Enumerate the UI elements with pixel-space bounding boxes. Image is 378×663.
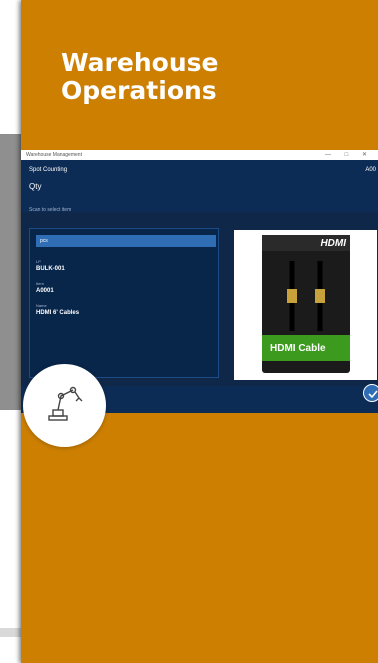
robot-badge: [23, 364, 106, 447]
confirm-button: [363, 384, 378, 402]
warehouse-operations-card[interactable]: Warehouse Operations Warehouse Managemen…: [21, 0, 378, 663]
header-right-label: A00: [365, 167, 376, 173]
package-product-name: HDMI Cable: [270, 343, 326, 354]
background-strip: [0, 134, 22, 410]
window-controls: — □ ✕: [325, 152, 373, 158]
screenshot-header: Spot Counting A00 Qty Scan to select ite…: [21, 160, 378, 213]
field-title: Qty: [29, 182, 42, 191]
robot-arm-icon: [48, 386, 83, 421]
product-image: HDMI HDMI Cable: [234, 230, 377, 380]
field-value-name: HDMI 6' Cables: [36, 310, 80, 316]
field-label-lp: LP: [36, 259, 41, 264]
item-details-panel: pcs LP BULK-001 Item A0001 Name HDMI 6' …: [29, 228, 219, 378]
field-label-item: Item: [36, 281, 44, 286]
page: Warehouse Operations Warehouse Managemen…: [0, 0, 378, 663]
cable-illustration: [287, 261, 325, 331]
check-icon: [368, 390, 378, 399]
selected-item: pcs: [36, 235, 216, 247]
card-title-line-2: Operations: [61, 76, 217, 105]
field-value-item: A0001: [36, 288, 54, 294]
card-title: Warehouse Operations: [61, 49, 361, 105]
field-label-name: Name: [36, 303, 47, 308]
package-brand-logo: HDMI: [320, 238, 346, 249]
window-title: Warehouse Management: [26, 152, 82, 158]
app-name: Spot Counting: [29, 167, 68, 173]
screenshot-titlebar: Warehouse Management — □ ✕: [21, 150, 378, 160]
scan-hint: Scan to select item: [29, 207, 72, 213]
product-package: HDMI HDMI Cable: [262, 235, 350, 373]
field-value-lp: BULK-001: [36, 266, 65, 272]
card-title-line-1: Warehouse: [61, 48, 219, 77]
